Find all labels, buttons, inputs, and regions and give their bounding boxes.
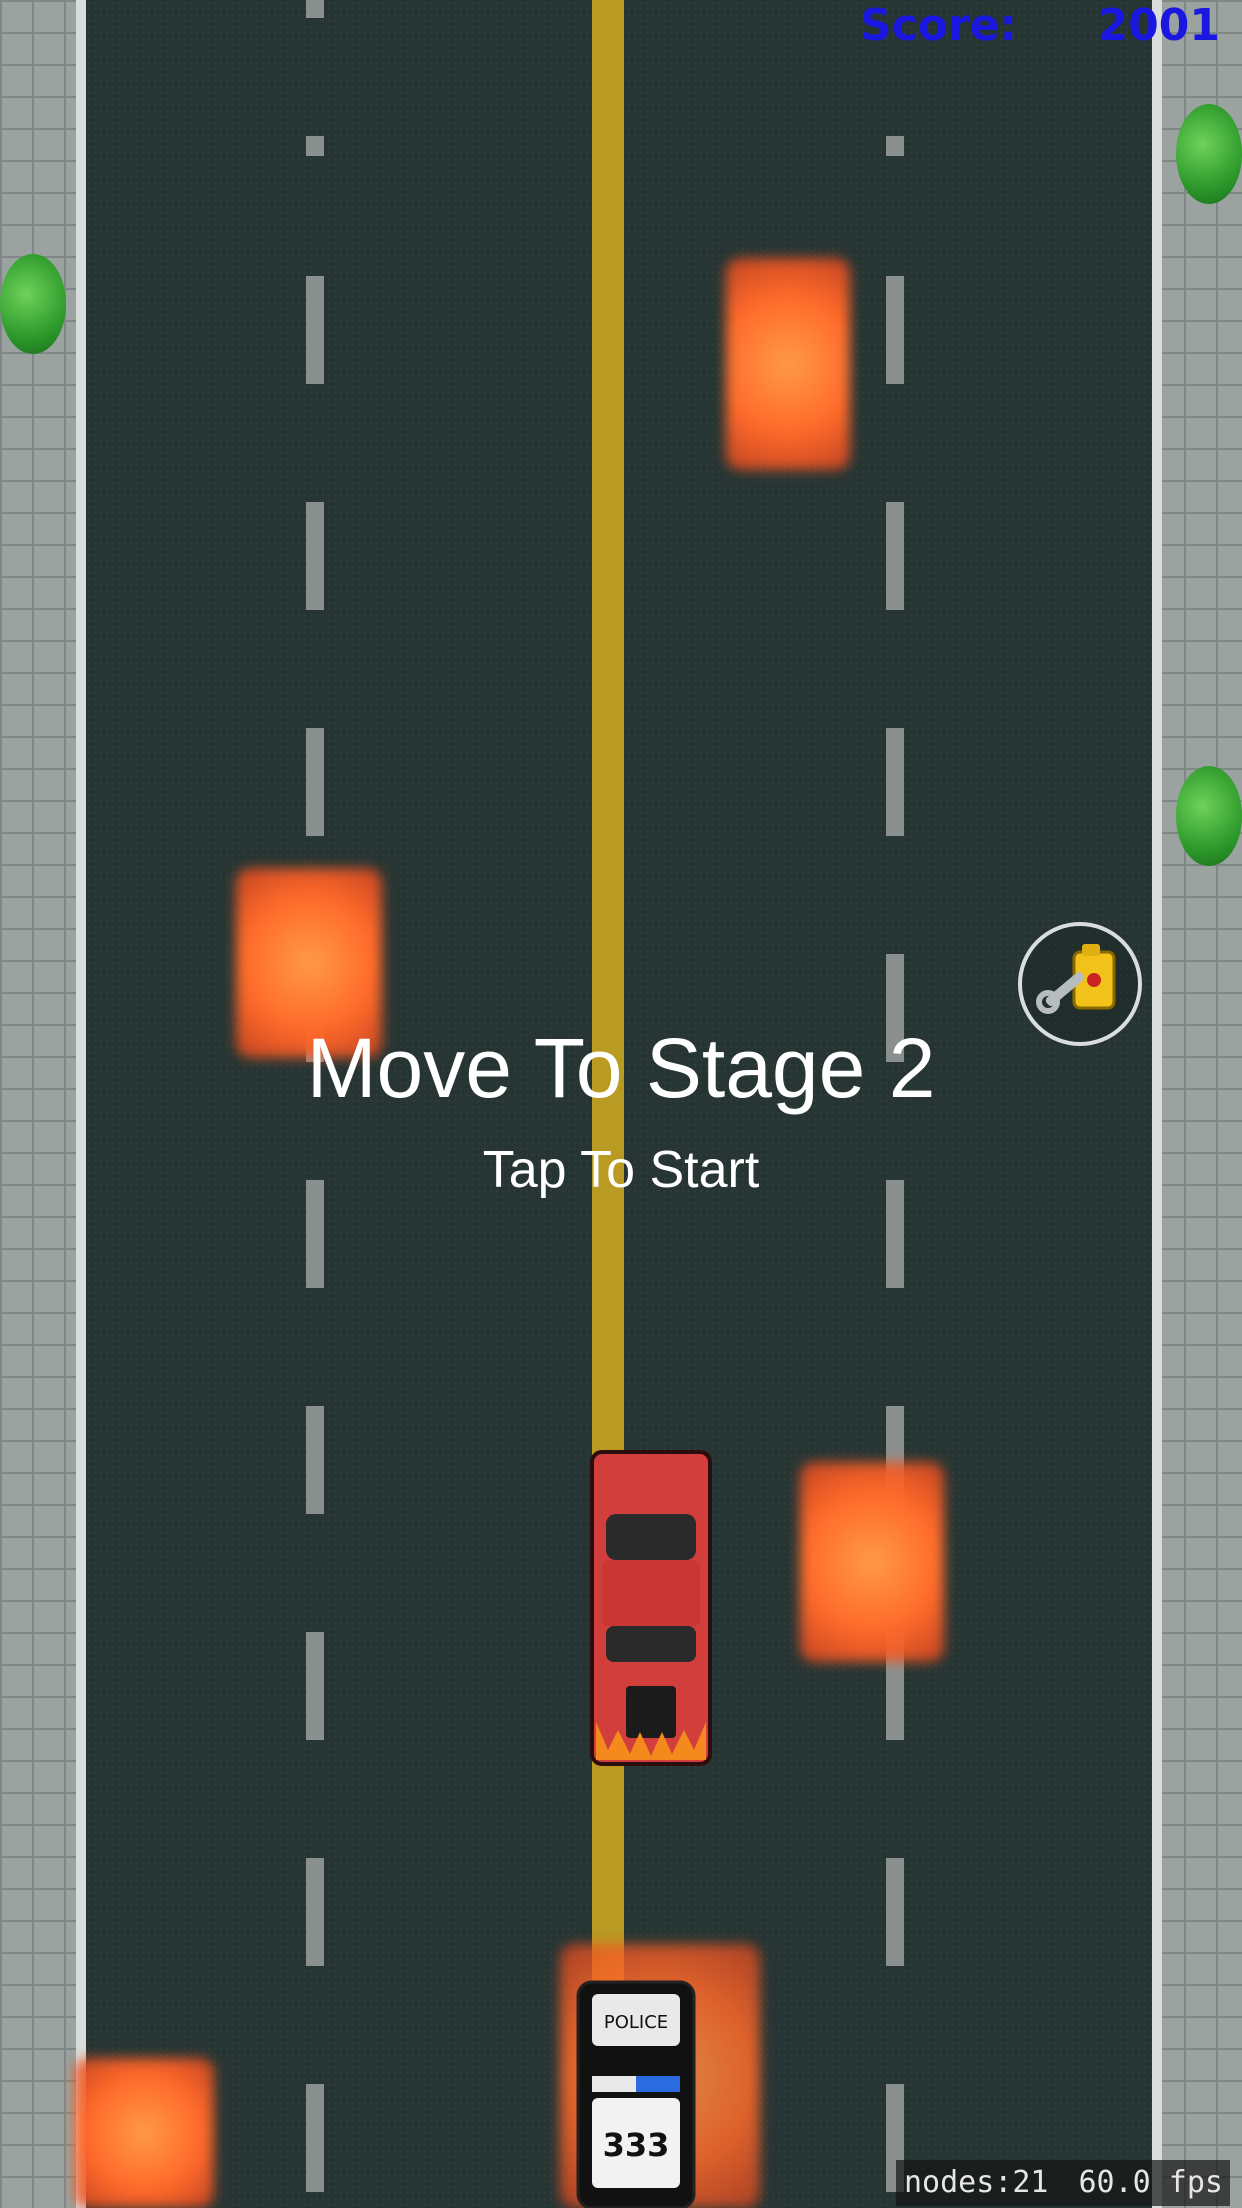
police-car: POLICE 333 [570, 1976, 702, 2208]
fps-counter: 60.0 fps [1078, 2165, 1224, 2200]
tree [0, 254, 66, 354]
score-label: Score: [860, 0, 1018, 51]
lane-dash [306, 1406, 324, 1514]
lane-dash [886, 728, 904, 836]
police-car-number: 333 [603, 2126, 670, 2164]
score-display: Score: 2001 [860, 0, 1220, 52]
lane-dash [886, 136, 904, 156]
lane-dash [306, 136, 324, 156]
lane-dash [306, 276, 324, 384]
lane-dash [306, 1632, 324, 1740]
lane-dash [306, 0, 324, 18]
fire-obstacle [726, 258, 850, 470]
score-value: 2001 [1097, 0, 1220, 51]
player-red-car[interactable] [588, 1450, 714, 1766]
fire-obstacle [74, 2058, 214, 2208]
lane-dash [886, 1858, 904, 1966]
lane-dash [306, 2084, 324, 2192]
fire-obstacle [800, 1462, 944, 1662]
node-count: nodes:21 [904, 2165, 1049, 2200]
tap-to-start-prompt[interactable]: Tap To Start [0, 1140, 1242, 1200]
tree [1176, 766, 1242, 866]
game-scene[interactable]: POLICE 333 Score: 2001 Move To Stage 2 T… [0, 0, 1242, 2208]
lane-dash [886, 276, 904, 384]
lane-dash [886, 502, 904, 610]
lane-dash [306, 502, 324, 610]
stage-title: Move To Stage 2 [306, 1021, 936, 1115]
debug-stats: nodes:21 60.0 fps [896, 2160, 1230, 2206]
police-roof-text: POLICE [604, 2012, 668, 2033]
tree [1176, 104, 1242, 204]
lane-dash [306, 728, 324, 836]
lane-dash [306, 1858, 324, 1966]
